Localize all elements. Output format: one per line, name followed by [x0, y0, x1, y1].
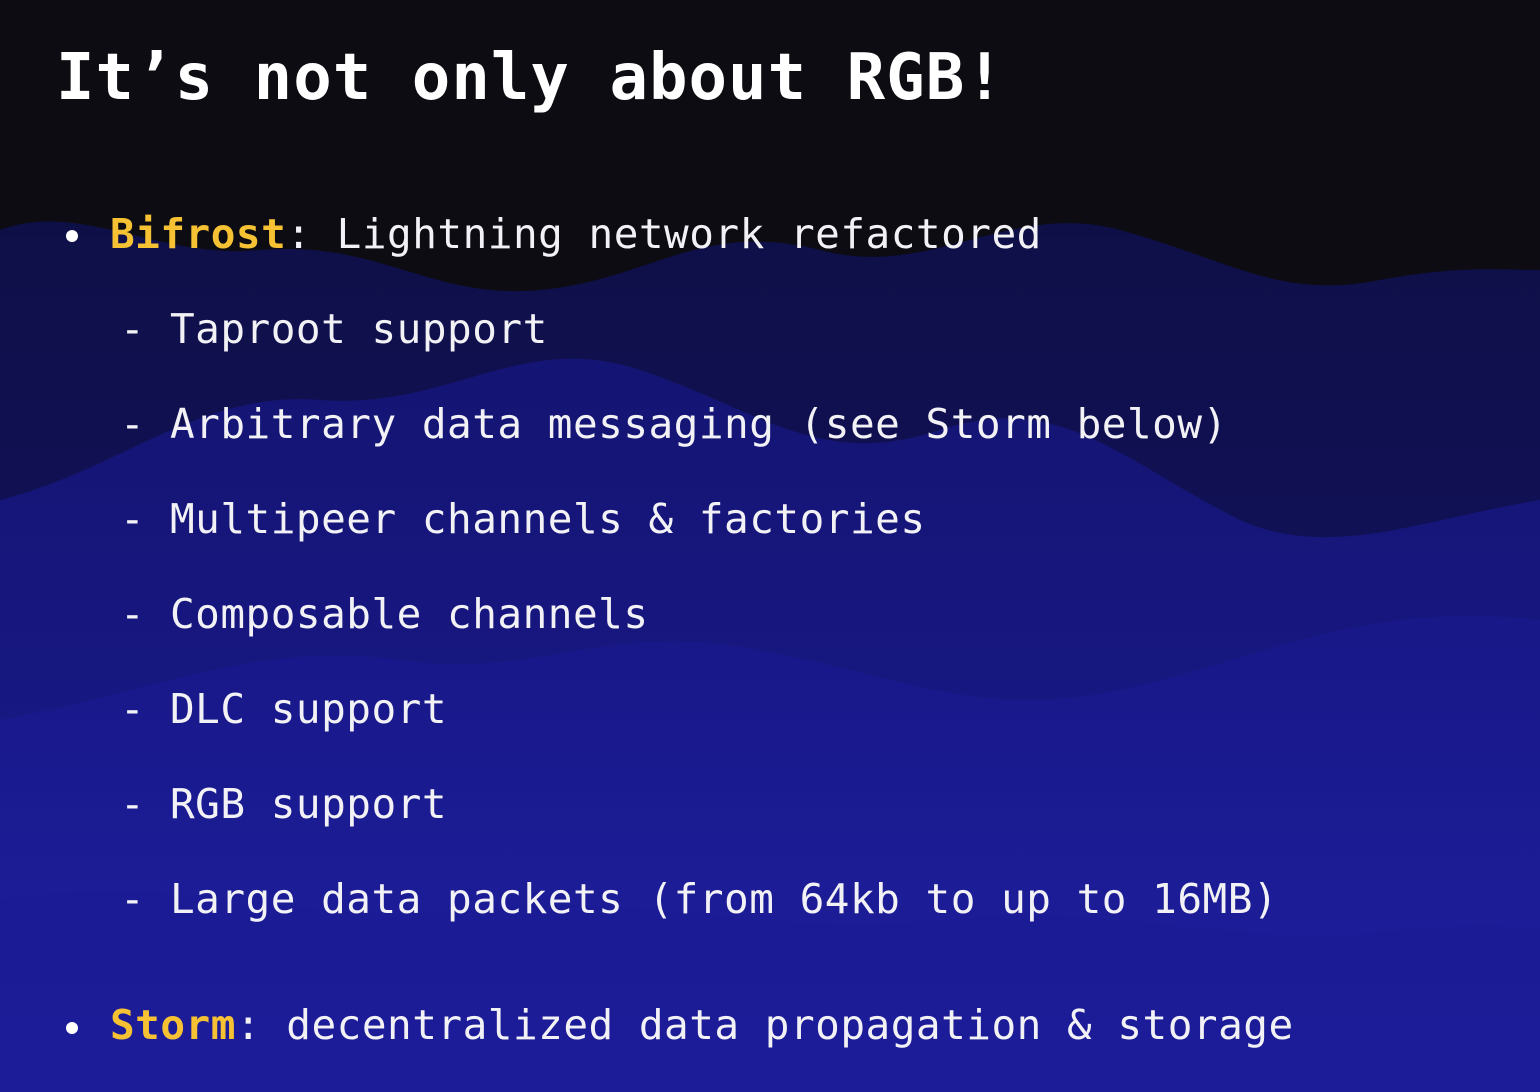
- slide-title: It’s not only about RGB!: [56, 41, 1005, 115]
- subitem: - Taproot support: [120, 301, 548, 357]
- slide: It’s not only about RGB! Bifrost: Lightn…: [0, 0, 1540, 1092]
- bullet-description: decentralized data propagation & storage: [261, 1001, 1294, 1049]
- bullet-bifrost: Bifrost: Lightning network refactored: [110, 206, 1042, 262]
- dash: -: [120, 780, 146, 828]
- dash: -: [120, 495, 146, 543]
- bullet-storm: Storm: decentralized data propagation & …: [110, 997, 1294, 1053]
- subitem: - Arbitrary data messaging (see Storm bel…: [120, 396, 1228, 452]
- dash: -: [120, 590, 146, 638]
- subitem: - Multipeer channels & factories: [120, 491, 926, 547]
- bullet-separator: :: [235, 1001, 262, 1049]
- term-storm: Storm: [110, 1001, 236, 1049]
- subitem-text: Composable channels: [170, 590, 649, 638]
- subitem-text: Large data packets (from 64kb to up to 1…: [170, 875, 1279, 923]
- subitem-text: DLC support: [170, 685, 448, 733]
- dash: -: [120, 875, 146, 923]
- bullet-description: Lightning network refactored: [311, 210, 1042, 258]
- subitem-text: Taproot support: [170, 305, 548, 353]
- dash: -: [120, 400, 146, 448]
- term-bifrost: Bifrost: [110, 210, 287, 258]
- subitem: - Large data packets (from 64kb to up to …: [120, 871, 1278, 927]
- subitem-text: Arbitrary data messaging (see Storm belo…: [170, 400, 1228, 448]
- subitem: - Composable channels: [120, 586, 649, 642]
- dash: -: [120, 685, 146, 733]
- subitem-text: Multipeer channels & factories: [170, 495, 926, 543]
- subitem: - DLC support: [120, 681, 447, 737]
- subitem: - RGB support: [120, 776, 447, 832]
- dash: -: [120, 305, 146, 353]
- subitem-text: RGB support: [170, 780, 448, 828]
- bullet-dot-storm: [66, 1022, 78, 1034]
- bullet-dot-bifrost: [66, 230, 78, 242]
- bullet-separator: :: [286, 210, 312, 258]
